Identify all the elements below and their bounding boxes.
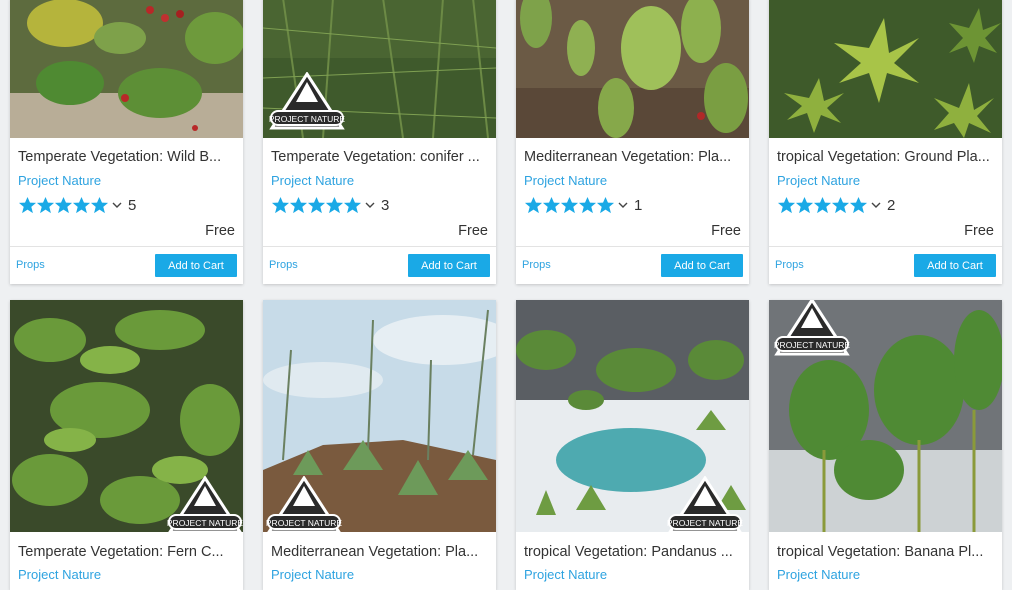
divider xyxy=(769,246,1002,247)
star-icon xyxy=(795,196,814,213)
star-icon xyxy=(54,196,73,213)
chevron-down-icon[interactable] xyxy=(871,200,881,210)
publisher-link[interactable]: Project Nature xyxy=(271,173,354,188)
star-icon xyxy=(849,196,868,213)
star-icon xyxy=(813,196,832,213)
product-card[interactable]: PROJECT NATURE Temperate Vegetation: con… xyxy=(263,0,496,284)
svg-text:PROJECT NATURE: PROJECT NATURE xyxy=(167,518,243,528)
add-to-cart-button[interactable]: Add to Cart xyxy=(155,254,237,277)
product-thumbnail[interactable] xyxy=(10,0,243,138)
rating-count: 2 xyxy=(887,196,896,214)
star-icon xyxy=(289,196,308,213)
chevron-down-icon[interactable] xyxy=(365,200,375,210)
rating-count: 5 xyxy=(128,196,137,214)
rating-stars[interactable]: 3 xyxy=(271,194,389,216)
add-to-cart-button[interactable]: Add to Cart xyxy=(914,254,996,277)
star-icon xyxy=(36,196,55,213)
category-link[interactable]: Props xyxy=(775,259,804,271)
star-icon xyxy=(18,196,37,213)
product-thumbnail[interactable]: PROJECT NATURE xyxy=(516,300,749,532)
star-icon xyxy=(578,196,597,213)
add-to-cart-button[interactable]: Add to Cart xyxy=(661,254,743,277)
chevron-down-icon[interactable] xyxy=(618,200,628,210)
project-nature-logo: PROJECT NATURE xyxy=(666,476,744,532)
product-title[interactable]: Mediterranean Vegetation: Pla... xyxy=(524,149,742,165)
product-thumbnail[interactable] xyxy=(516,0,749,138)
product-card[interactable]: Mediterranean Vegetation: Pla... Project… xyxy=(516,0,749,284)
star-icon xyxy=(831,196,850,213)
product-title[interactable]: tropical Vegetation: Pandanus ... xyxy=(524,544,742,560)
publisher-link[interactable]: Project Nature xyxy=(18,173,101,188)
star-icon xyxy=(90,196,109,213)
star-icon xyxy=(72,196,91,213)
product-thumbnail[interactable]: PROJECT NATURE xyxy=(769,300,1002,532)
product-title[interactable]: Temperate Vegetation: conifer ... xyxy=(271,149,489,165)
product-title[interactable]: tropical Vegetation: Ground Pla... xyxy=(777,149,995,165)
category-link[interactable]: Props xyxy=(522,259,551,271)
star-icon xyxy=(777,196,796,213)
svg-text:PROJECT NATURE: PROJECT NATURE xyxy=(667,518,744,528)
product-thumbnail[interactable]: PROJECT NATURE xyxy=(10,300,243,532)
divider xyxy=(516,246,749,247)
project-nature-logo: PROJECT NATURE xyxy=(265,476,343,532)
price: Free xyxy=(458,223,488,239)
product-card[interactable]: Temperate Vegetation: Wild B... Project … xyxy=(10,0,243,284)
divider xyxy=(263,246,496,247)
star-icon xyxy=(307,196,326,213)
product-thumbnail[interactable]: PROJECT NATURE xyxy=(263,300,496,532)
rating-stars[interactable]: 2 xyxy=(777,194,895,216)
publisher-link[interactable]: Project Nature xyxy=(777,173,860,188)
divider xyxy=(10,246,243,247)
product-title[interactable]: tropical Vegetation: Banana Pl... xyxy=(777,544,995,560)
product-thumbnail[interactable]: PROJECT NATURE xyxy=(263,0,496,138)
price: Free xyxy=(205,223,235,239)
star-icon xyxy=(542,196,561,213)
product-title[interactable]: Temperate Vegetation: Fern C... xyxy=(18,544,236,560)
product-thumbnail[interactable] xyxy=(769,0,1002,138)
project-nature-logo: PROJECT NATURE xyxy=(773,300,851,360)
product-card[interactable]: PROJECT NATURE Temperate Vegetation: Fer… xyxy=(10,300,243,590)
star-icon xyxy=(596,196,615,213)
product-title[interactable]: Temperate Vegetation: Wild B... xyxy=(18,149,236,165)
price: Free xyxy=(711,223,741,239)
svg-text:PROJECT NATURE: PROJECT NATURE xyxy=(266,518,343,528)
svg-text:PROJECT NATURE: PROJECT NATURE xyxy=(774,340,851,350)
project-nature-logo: PROJECT NATURE xyxy=(166,476,243,532)
rating-stars[interactable]: 1 xyxy=(524,194,642,216)
add-to-cart-button[interactable]: Add to Cart xyxy=(408,254,490,277)
star-icon xyxy=(524,196,543,213)
category-link[interactable]: Props xyxy=(269,259,298,271)
star-icon xyxy=(325,196,344,213)
category-link[interactable]: Props xyxy=(16,259,45,271)
star-icon xyxy=(343,196,362,213)
rating-count: 1 xyxy=(634,196,643,214)
product-card[interactable]: PROJECT NATURE tropical Vegetation: Pand… xyxy=(516,300,749,590)
chevron-down-icon[interactable] xyxy=(112,200,122,210)
project-nature-logo: PROJECT NATURE xyxy=(268,72,346,134)
product-card[interactable]: PROJECT NATURE tropical Vegetation: Bana… xyxy=(769,300,1002,590)
star-icon xyxy=(271,196,290,213)
product-grid: Temperate Vegetation: Wild B... Project … xyxy=(0,0,1012,590)
product-title[interactable]: Mediterranean Vegetation: Pla... xyxy=(271,544,489,560)
publisher-link[interactable]: Project Nature xyxy=(524,173,607,188)
product-card[interactable]: PROJECT NATURE Mediterranean Vegetation:… xyxy=(263,300,496,590)
rating-stars[interactable]: 5 xyxy=(18,194,136,216)
price: Free xyxy=(964,223,994,239)
rating-count: 3 xyxy=(381,196,390,214)
product-card[interactable]: tropical Vegetation: Ground Pla... Proje… xyxy=(769,0,1002,284)
svg-text:PROJECT NATURE: PROJECT NATURE xyxy=(269,114,346,124)
star-icon xyxy=(560,196,579,213)
